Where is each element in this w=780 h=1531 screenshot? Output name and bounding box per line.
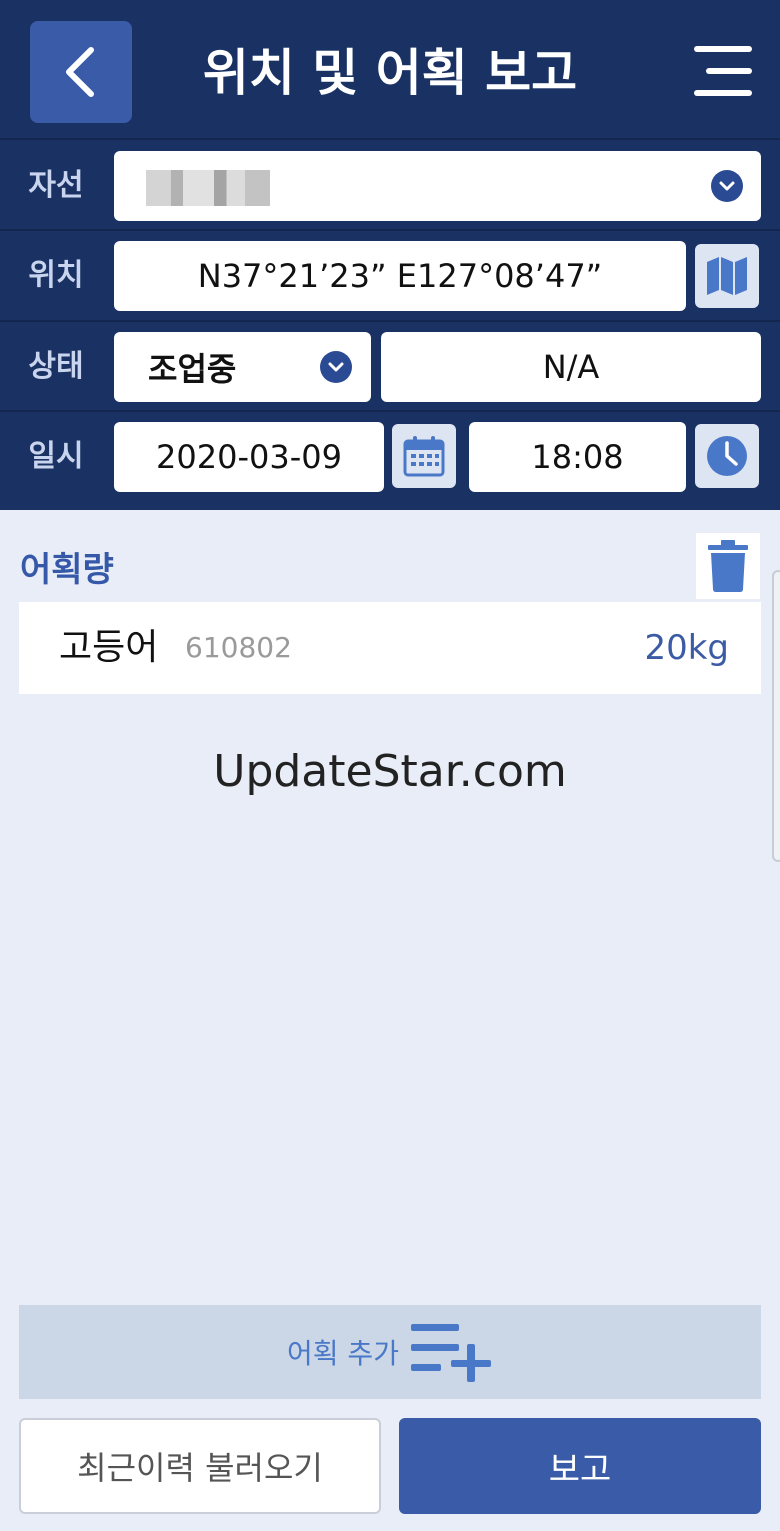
vessel-name-blurred [146, 170, 270, 206]
status-label: 상태 [28, 349, 84, 384]
list-item[interactable]: 고등어 610802 20kg [19, 602, 761, 694]
divider [0, 320, 780, 322]
add-catch-label: 어획 추가 [287, 1337, 399, 1370]
page-title: 위치 및 어획 보고 [202, 44, 578, 102]
date-field[interactable]: 2020-03-09 [114, 422, 384, 492]
map-button[interactable] [695, 244, 759, 308]
vessel-label: 자선 [28, 168, 84, 203]
chevron-left-icon [66, 47, 94, 97]
menu-icon [694, 46, 752, 96]
clock-icon [707, 436, 747, 476]
calendar-icon [403, 436, 445, 477]
catch-species: 고등어 [59, 627, 159, 668]
header: 위치 및 어획 보고 자선 위치 N37°21’23” E127°08’47” [0, 0, 780, 510]
status-dropdown-icon[interactable] [320, 351, 352, 383]
divider [0, 229, 780, 231]
map-icon [707, 257, 747, 295]
chevron-down-icon [719, 181, 735, 191]
position-label: 위치 [28, 258, 84, 293]
catch-code: 610802 [185, 631, 292, 664]
chevron-down-icon [328, 362, 344, 372]
load-history-button[interactable]: 최근이력 불러오기 [19, 1418, 381, 1514]
divider [0, 138, 780, 140]
screen: 위치 및 어획 보고 자선 위치 N37°21’23” E127°08’47” [0, 0, 780, 1531]
add-catch-button[interactable]: 어획 추가 [19, 1305, 761, 1399]
position-field[interactable]: N37°21’23” E127°08’47” [114, 241, 686, 311]
delete-button[interactable] [696, 533, 760, 599]
vessel-dropdown-icon[interactable] [711, 170, 743, 202]
calendar-button[interactable] [392, 424, 456, 488]
back-button[interactable] [30, 21, 132, 123]
trash-icon [708, 540, 748, 592]
menu-button[interactable] [688, 40, 758, 104]
divider [0, 410, 780, 412]
watermark-text: UpdateStar.com [213, 746, 567, 797]
report-button[interactable]: 보고 [399, 1418, 761, 1514]
status-detail-field[interactable]: N/A [381, 332, 761, 402]
clock-button[interactable] [695, 424, 759, 488]
catch-section-title: 어획량 [20, 550, 114, 590]
scrollbar[interactable] [772, 570, 780, 862]
datetime-label: 일시 [28, 439, 84, 474]
playlist-add-icon [410, 1324, 491, 1382]
catch-weight: 20kg [644, 628, 729, 668]
time-field[interactable]: 18:08 [469, 422, 686, 492]
